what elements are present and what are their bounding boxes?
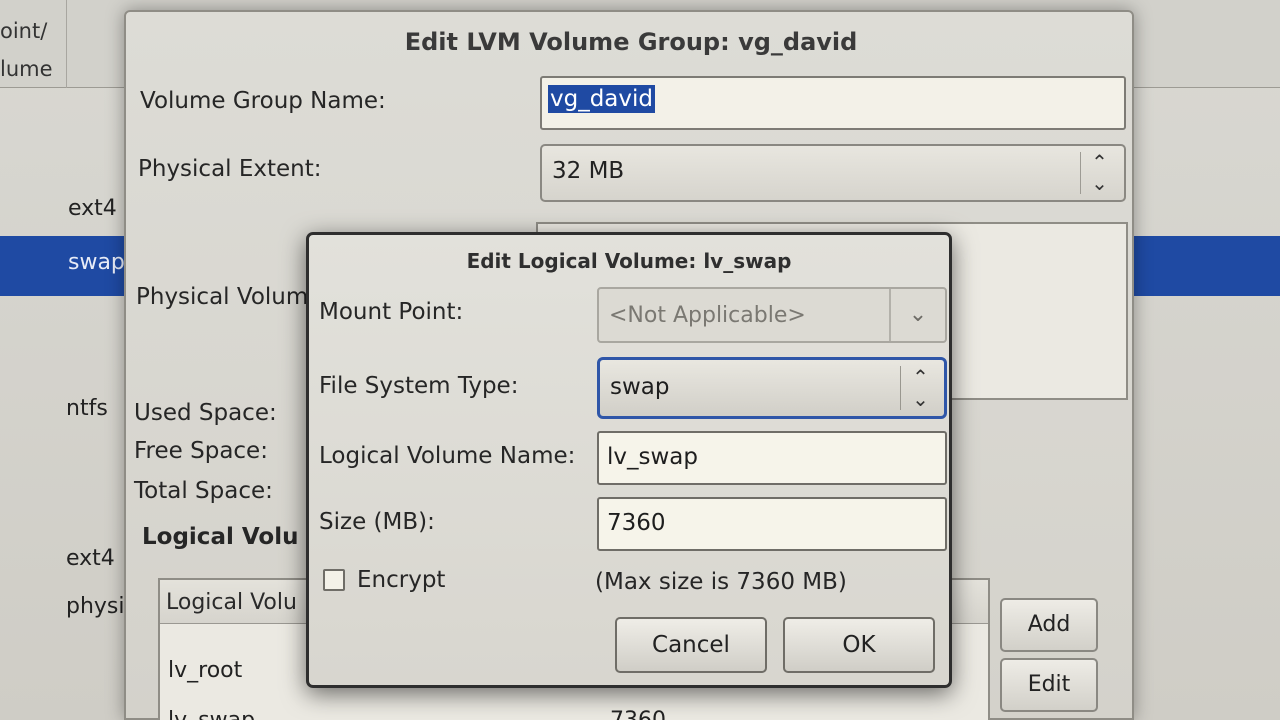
logical-volume-name-value: lv_swap <box>607 444 698 470</box>
edit-logical-volume-dialog: Edit Logical Volume: lv_swap Mount Point… <box>306 232 952 688</box>
dialog-title: Edit Logical Volume: lv_swap <box>466 249 792 273</box>
logical-volume-column-header[interactable]: Logical Volu <box>166 590 297 615</box>
mount-point-placeholder: <Not Applicable> <box>609 303 806 328</box>
encrypt-label[interactable]: Encrypt <box>357 567 445 593</box>
total-space-label: Total Space: <box>134 478 273 504</box>
physical-extent-label: Physical Extent: <box>138 156 322 182</box>
add-button[interactable]: Add <box>1000 598 1098 652</box>
ok-button[interactable]: OK <box>783 617 935 673</box>
partition-row-swap[interactable]: swap <box>68 250 125 275</box>
vg-name-label: Volume Group Name: <box>140 88 386 114</box>
dialog-title: Edit LVM Volume Group: vg_david <box>404 28 858 56</box>
physical-extent-value: 32 MB <box>552 158 625 184</box>
free-space-label: Free Space: <box>134 438 268 464</box>
size-input[interactable]: 7360 <box>597 497 947 551</box>
up-down-arrows-icon: ⌃ ⌄ <box>900 366 940 410</box>
physical-extent-select[interactable]: 32 MB ⌃ ⌄ <box>540 144 1126 202</box>
max-size-hint: (Max size is 7360 MB) <box>595 569 847 595</box>
encrypt-checkbox[interactable] <box>323 569 345 591</box>
vg-name-selected-text: vg_david <box>548 85 656 113</box>
mount-point-label: Mount Point: <box>319 299 464 325</box>
table-row-lv-swap[interactable]: lv_swap <box>168 708 255 720</box>
file-system-type-label: File System Type: <box>319 373 519 399</box>
mount-point-combo: <Not Applicable> ⌄ <box>597 287 947 343</box>
logical-volume-name-label: Logical Volume Name: <box>319 443 576 469</box>
edit-button[interactable]: Edit <box>1000 658 1098 712</box>
logical-volumes-section-label: Logical Volu <box>142 524 299 550</box>
partition-row-ntfs[interactable]: ntfs <box>66 396 108 421</box>
partition-row-ext4[interactable]: ext4 <box>68 196 117 221</box>
file-system-type-select[interactable]: swap ⌃ ⌄ <box>597 357 947 419</box>
column-separator <box>66 0 67 88</box>
table-row-lv-root[interactable]: lv_root <box>168 658 242 683</box>
physical-volumes-label: Physical Volum <box>136 284 309 310</box>
partition-row-physical[interactable]: physi <box>66 594 125 619</box>
cancel-button[interactable]: Cancel <box>615 617 767 673</box>
up-down-arrows-icon: ⌃ ⌄ <box>1080 152 1118 194</box>
size-value: 7360 <box>607 510 666 536</box>
table-cell-lv-swap-size: 7360 <box>610 708 666 720</box>
vg-name-input[interactable]: vg_david <box>540 76 1126 130</box>
used-space-label: Used Space: <box>134 400 277 426</box>
logical-volume-name-input[interactable]: lv_swap <box>597 431 947 485</box>
size-label: Size (MB): <box>319 509 435 535</box>
file-system-type-value: swap <box>610 374 670 400</box>
chevron-down-icon: ⌄ <box>889 289 945 341</box>
partition-row-ext4-2[interactable]: ext4 <box>66 546 115 571</box>
mount-point-column-header[interactable]: oint/ lume <box>0 12 66 88</box>
